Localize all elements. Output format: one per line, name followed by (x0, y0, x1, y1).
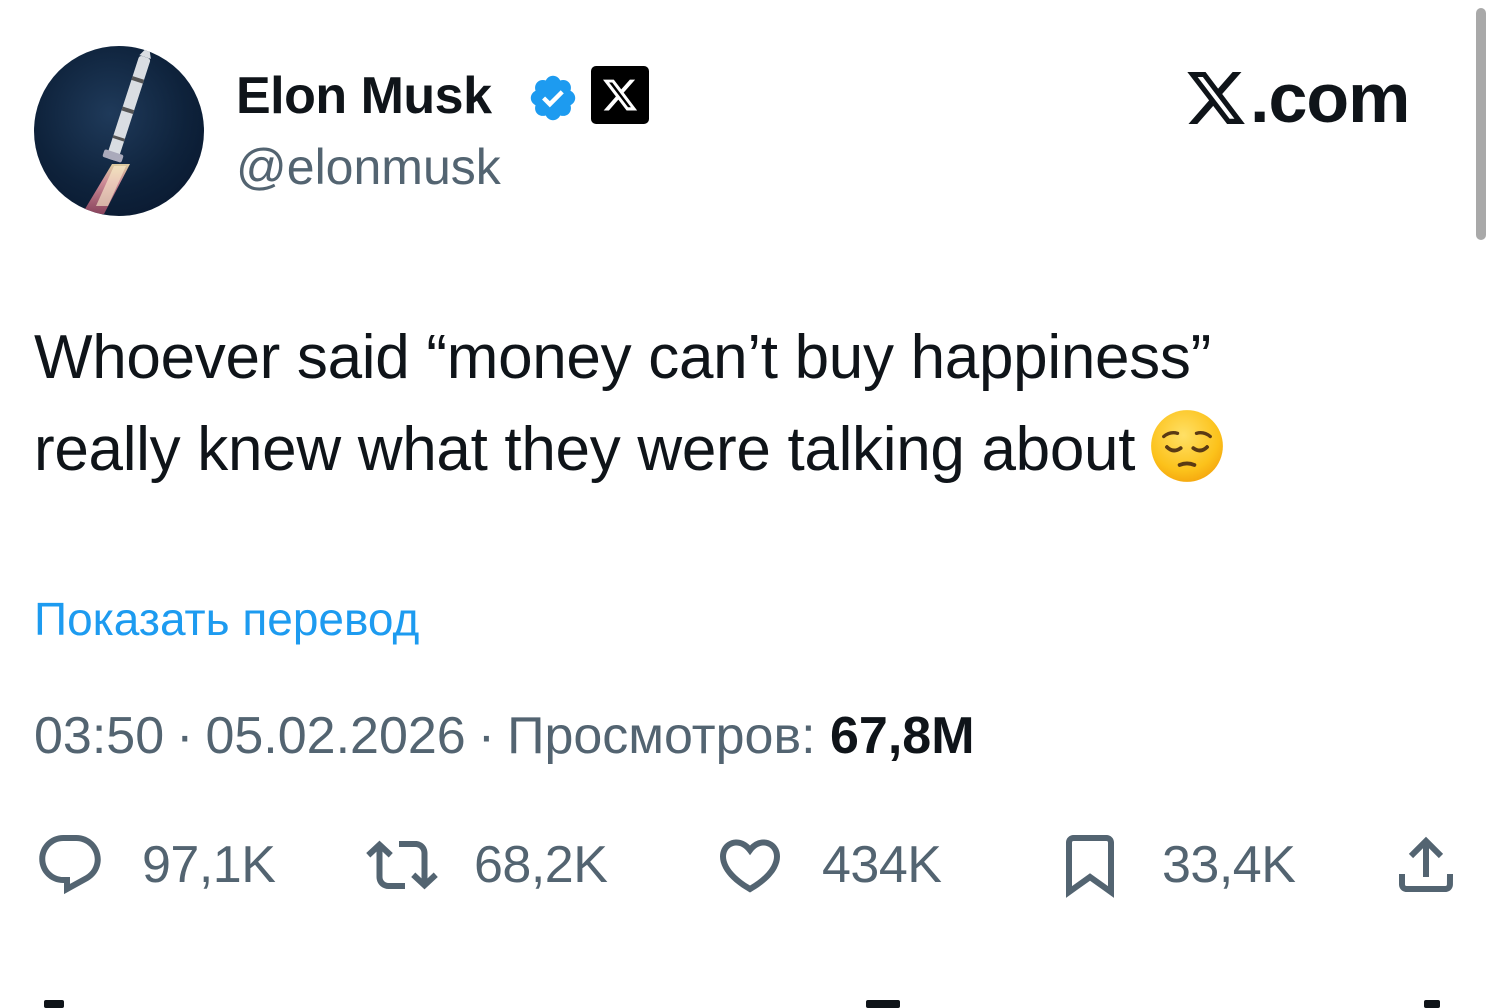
share-icon (1399, 836, 1453, 892)
repost-count: 68,2K (474, 836, 608, 894)
like-button[interactable]: 434K (714, 830, 942, 900)
tweet-text-line: really knew what they were talking about (34, 415, 1136, 484)
reply-button[interactable]: 97,1K (34, 830, 276, 900)
tweet-meta: 03:50 · 05.02.2026 · Просмотров: 67,8M (34, 706, 975, 766)
rocket-avatar-icon (82, 46, 151, 214)
partial-glyph (866, 1000, 900, 1008)
tweet-time[interactable]: 03:50 (34, 707, 164, 765)
repost-button[interactable]: 68,2K (366, 830, 608, 900)
separator: · (477, 707, 496, 765)
tweet-text-line: Whoever said “money can’t buy happiness” (34, 323, 1211, 392)
x-logo-icon[interactable] (591, 66, 649, 124)
bookmark-count: 33,4K (1162, 836, 1296, 894)
reply-count: 97,1K (142, 836, 276, 894)
separator: · (176, 707, 194, 765)
pensive-face-emoji-icon (1151, 410, 1224, 482)
reply-icon (39, 835, 101, 895)
tweet-date[interactable]: 05.02.2026 (205, 707, 465, 765)
partial-glyph (44, 1000, 64, 1008)
partial-glyph (1424, 1000, 1440, 1008)
x-logo-icon (1187, 72, 1245, 124)
scrollbar[interactable] (1476, 8, 1486, 240)
x-logo-glyph-icon (602, 79, 638, 111)
bookmark-button[interactable]: 33,4K (1054, 830, 1296, 900)
handle[interactable]: @elonmusk (236, 138, 501, 196)
bookmark-icon (1066, 835, 1114, 898)
heart-icon (719, 839, 781, 893)
tweet-text: Whoever said “money can’t buy happiness”… (34, 312, 1434, 496)
views-label: Просмотров: (507, 707, 816, 765)
like-count: 434K (822, 836, 942, 894)
display-name[interactable]: Elon Musk (236, 66, 492, 126)
watermark: .com (1184, 58, 1410, 138)
tweet-screenshot: Elon Musk @elonmusk .com Whoever said “m… (0, 0, 1500, 1008)
avatar[interactable] (34, 46, 204, 216)
watermark-text: .com (1250, 59, 1410, 137)
next-row-partial (0, 996, 1500, 1008)
verified-badge-icon[interactable] (527, 72, 579, 124)
repost-icon (366, 840, 438, 890)
show-translation-link[interactable]: Показать перевод (34, 592, 419, 646)
share-button[interactable] (1390, 830, 1462, 900)
tweet-text-line-2: really knew what they were talking about (34, 404, 1434, 496)
views-count[interactable]: 67,8M (830, 707, 975, 765)
